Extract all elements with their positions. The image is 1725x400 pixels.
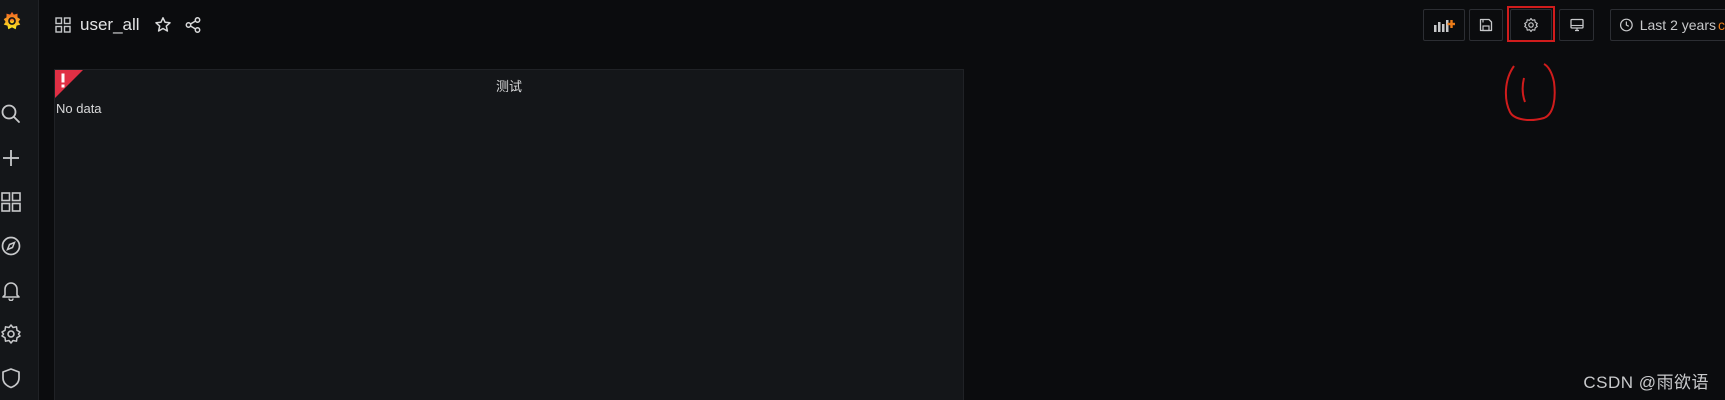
time-picker-overflow-text: c (1718, 17, 1725, 33)
monitor-icon (1569, 18, 1584, 32)
panel-no-data-message: No data (56, 101, 102, 116)
sidebar (0, 0, 39, 400)
annotation-circled-one-icon (1504, 63, 1556, 121)
annotation-highlight-box (1507, 6, 1555, 42)
save-icon (1479, 18, 1493, 32)
share-icon[interactable] (184, 16, 202, 34)
explore-compass-icon[interactable] (0, 235, 22, 257)
dashboard-panel[interactable]: 测试 No data (54, 69, 964, 400)
watermark: CSDN @雨欲语 (1583, 373, 1709, 392)
time-range-label: Last 2 years (1639, 17, 1716, 33)
dashboard-title-group: user_all (54, 12, 214, 38)
panel-title[interactable]: 测试 (55, 76, 963, 95)
save-dashboard-button[interactable] (1469, 9, 1503, 41)
search-icon[interactable] (0, 103, 22, 125)
grafana-dashboard-page: user_all Last 2 years c 测试 No data CSDN … (0, 0, 1725, 400)
add-panel-button[interactable] (1423, 9, 1465, 41)
dashboards-icon[interactable] (0, 191, 22, 213)
alerting-bell-icon[interactable] (0, 279, 22, 301)
dashboard-grid-icon (55, 17, 71, 33)
add-panel-icon (1434, 20, 1455, 32)
grafana-logo-icon[interactable] (0, 10, 24, 32)
time-range-picker[interactable]: Last 2 years c (1610, 9, 1725, 41)
dashboard-title[interactable]: user_all (80, 15, 140, 35)
clock-icon (1619, 18, 1633, 32)
star-icon[interactable] (154, 16, 172, 34)
configuration-gear-icon[interactable] (0, 323, 22, 345)
server-admin-shield-icon[interactable] (0, 367, 22, 389)
cycle-view-mode-button[interactable] (1559, 9, 1594, 41)
plus-icon[interactable] (0, 147, 22, 169)
